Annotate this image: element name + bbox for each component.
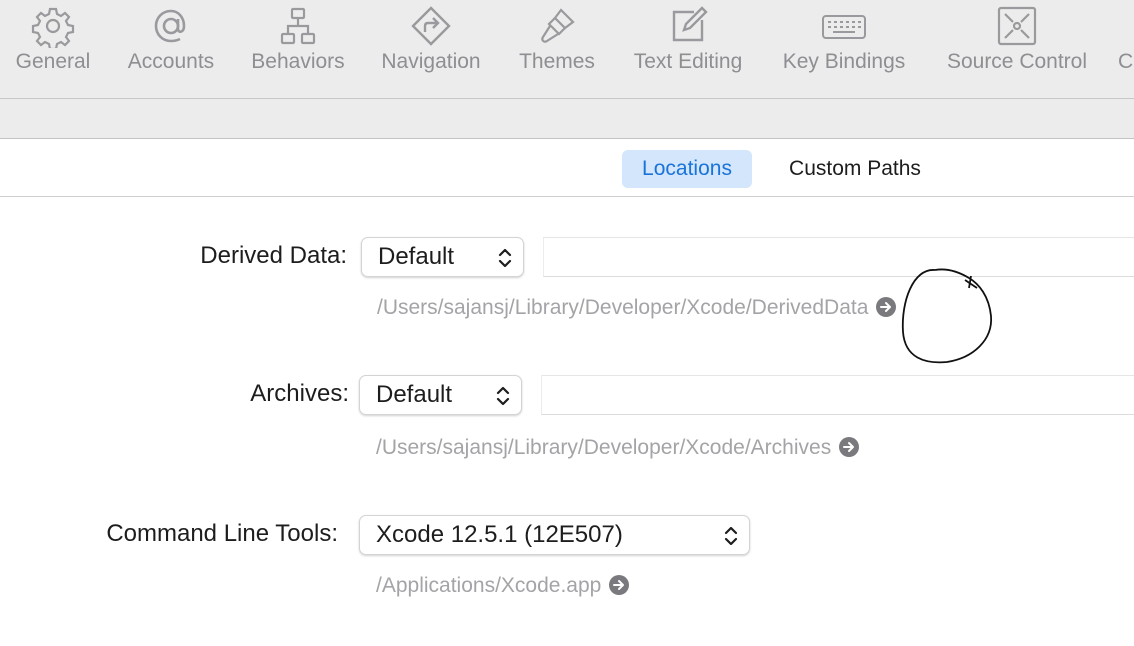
archives-custom-field[interactable] (541, 375, 1134, 415)
gear-icon (31, 4, 75, 48)
tab-locations[interactable]: Locations (622, 150, 752, 188)
derived-data-path-text: /Users/sajansj/Library/Developer/Xcode/D… (377, 296, 869, 319)
toolbar-separator-band (0, 99, 1134, 139)
derived-data-label: Derived Data: (200, 242, 347, 269)
keyboard-icon (822, 4, 866, 48)
navigation-arrow-icon (409, 4, 453, 48)
derived-data-path: /Users/sajansj/Library/Developer/Xcode/D… (377, 296, 897, 320)
command-line-tools-path-text: /Applications/Xcode.app (376, 574, 602, 597)
chevron-up-down-icon (497, 247, 513, 269)
toolbar-label-partial: C (1118, 50, 1134, 73)
command-line-tools-path: /Applications/Xcode.app (376, 574, 630, 598)
toolbar-label-general: General (15, 50, 91, 73)
pencil-square-icon (666, 4, 710, 48)
derived-data-popup-value: Default (378, 243, 455, 270)
archives-path: /Users/sajansj/Library/Developer/Xcode/A… (376, 436, 860, 460)
toolbar-item-key-bindings[interactable]: Key Bindings (772, 0, 916, 98)
toolbar-label-themes: Themes (519, 50, 595, 73)
toolbar-item-partial[interactable]: C (1118, 0, 1134, 98)
reveal-in-finder-arrow-icon[interactable] (839, 437, 860, 457)
command-line-tools-popup[interactable]: Xcode 12.5.1 (12E507) (359, 515, 750, 555)
toolbar-item-themes[interactable]: Themes (508, 0, 606, 98)
at-sign-icon (149, 4, 193, 48)
toolbar-item-behaviors[interactable]: Behaviors (240, 0, 356, 98)
toolbar-item-navigation[interactable]: Navigation (370, 0, 492, 98)
tab-bar: Locations Custom Paths (0, 140, 1134, 197)
reveal-in-finder-arrow-icon[interactable] (609, 575, 630, 595)
toolbar-label-navigation: Navigation (381, 50, 481, 73)
chevron-up-down-icon (723, 525, 739, 547)
source-control-icon (995, 4, 1039, 48)
toolbar-label-key-bindings: Key Bindings (782, 50, 906, 73)
derived-data-popup[interactable]: Default (361, 237, 524, 277)
archives-path-text: /Users/sajansj/Library/Developer/Xcode/A… (376, 436, 832, 459)
preferences-toolbar: General Accounts Behaviors Navigation Th… (0, 0, 1134, 99)
toolbar-item-text-editing[interactable]: Text Editing (622, 0, 754, 98)
derived-data-custom-field[interactable] (543, 237, 1134, 277)
chevron-up-down-icon (495, 385, 511, 407)
toolbar-label-text-editing: Text Editing (633, 50, 743, 73)
archives-label: Archives: (250, 380, 349, 407)
network-icon (276, 4, 320, 48)
command-line-tools-label: Command Line Tools: (106, 520, 338, 547)
archives-popup[interactable]: Default (359, 375, 522, 415)
command-line-tools-popup-value: Xcode 12.5.1 (12E507) (376, 521, 623, 548)
toolbar-label-behaviors: Behaviors (251, 50, 345, 73)
reveal-in-finder-arrow-icon[interactable] (876, 297, 897, 317)
toolbar-item-accounts[interactable]: Accounts (116, 0, 226, 98)
toolbar-item-source-control[interactable]: Source Control (934, 0, 1100, 98)
toolbar-label-source-control: Source Control (946, 50, 1088, 73)
archives-popup-value: Default (376, 381, 453, 408)
tab-custom-paths[interactable]: Custom Paths (770, 150, 940, 188)
paintbrush-icon (535, 4, 579, 48)
toolbar-item-general[interactable]: General (5, 0, 101, 98)
hand-drawn-circle-annotation (901, 268, 992, 364)
toolbar-label-accounts: Accounts (127, 50, 215, 73)
